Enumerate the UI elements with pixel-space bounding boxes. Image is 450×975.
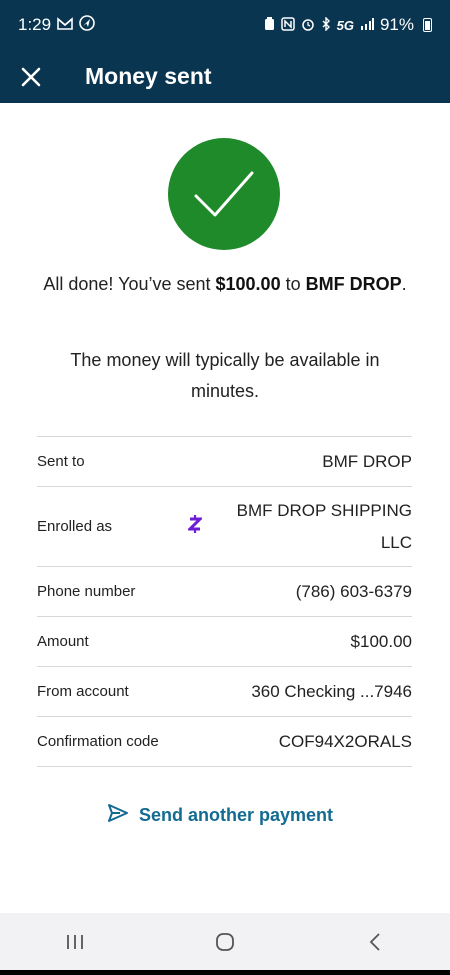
- battery-percent: 91%: [379, 15, 414, 34]
- network-type: 5G: [336, 17, 354, 33]
- recent-apps-icon[interactable]: [45, 922, 105, 962]
- alarm-icon: [301, 17, 315, 34]
- signal-icon: [360, 17, 374, 33]
- success-message: All done! You’ve sent $100.00 to BMF DRO…: [40, 269, 410, 300]
- detail-row-amount: Amount $100.00: [37, 617, 412, 667]
- recipient-name: BMF DROP: [305, 274, 402, 294]
- detail-value: $100.00: [350, 631, 412, 651]
- back-icon[interactable]: [345, 922, 405, 962]
- nfc-icon: [264, 16, 275, 34]
- detail-label: Enrolled as: [37, 518, 113, 535]
- send-another-payment-button[interactable]: Send another payment: [107, 803, 333, 828]
- zelle-icon: [186, 514, 204, 539]
- home-icon[interactable]: [195, 922, 255, 962]
- details-table: Sent to BMF DROP Enrolled as BMF DROP SH…: [37, 436, 412, 767]
- page-title: Money sent: [85, 63, 212, 89]
- detail-label: Amount: [37, 633, 89, 650]
- bluetooth-icon: [321, 15, 331, 34]
- detail-row-confirmation-code: Confirmation code COF94X2ORALS: [37, 717, 412, 767]
- battery-icon: [423, 18, 432, 32]
- send-another-label: Send another payment: [139, 805, 334, 825]
- status-right: 5G 91%: [264, 15, 432, 35]
- availability-message: The money will typically be available in…: [70, 350, 380, 401]
- detail-value: (786) 603-6379: [295, 581, 412, 601]
- gmail-icon: [57, 15, 73, 35]
- detail-value: BMF DROP SHIPPING LLC: [236, 500, 412, 552]
- success-suffix: .: [401, 274, 407, 294]
- detail-row-sent-to: Sent to BMF DROP: [37, 437, 412, 487]
- nfc-n-icon: [280, 16, 295, 34]
- detail-label: Confirmation code: [37, 733, 159, 750]
- detail-row-from-account: From account 360 Checking ...7946: [37, 667, 412, 717]
- detail-label: From account: [37, 683, 129, 700]
- detail-row-phone: Phone number (786) 603-6379: [37, 567, 412, 617]
- detail-value: COF94X2ORALS: [278, 731, 412, 751]
- success-prefix: All done! You’ve sent: [43, 274, 216, 294]
- app-bar: Money sent: [0, 50, 450, 103]
- sent-amount: $100.00: [215, 274, 281, 294]
- close-icon[interactable]: [1, 50, 61, 103]
- success-mid: to: [280, 274, 306, 294]
- detail-value: 360 Checking ...7946: [251, 681, 412, 701]
- navigation-icon: [79, 14, 95, 36]
- status-time: 1:29: [18, 15, 52, 34]
- detail-row-enrolled-as: Enrolled as BMF DROP SHIPPING LLC: [37, 487, 412, 567]
- send-icon: [107, 803, 129, 828]
- detail-label: Phone number: [37, 583, 136, 600]
- detail-value: BMF DROP: [322, 451, 412, 471]
- status-bar: 1:29 5G 91%: [0, 0, 450, 50]
- main-content: All done! You’ve sent $100.00 to BMF DRO…: [0, 103, 450, 913]
- system-nav-bar: [0, 913, 450, 970]
- checkmark-icon: [168, 138, 280, 250]
- bottom-strip: [0, 970, 450, 975]
- status-left: 1:29: [18, 14, 95, 36]
- detail-label: Sent to: [37, 453, 85, 470]
